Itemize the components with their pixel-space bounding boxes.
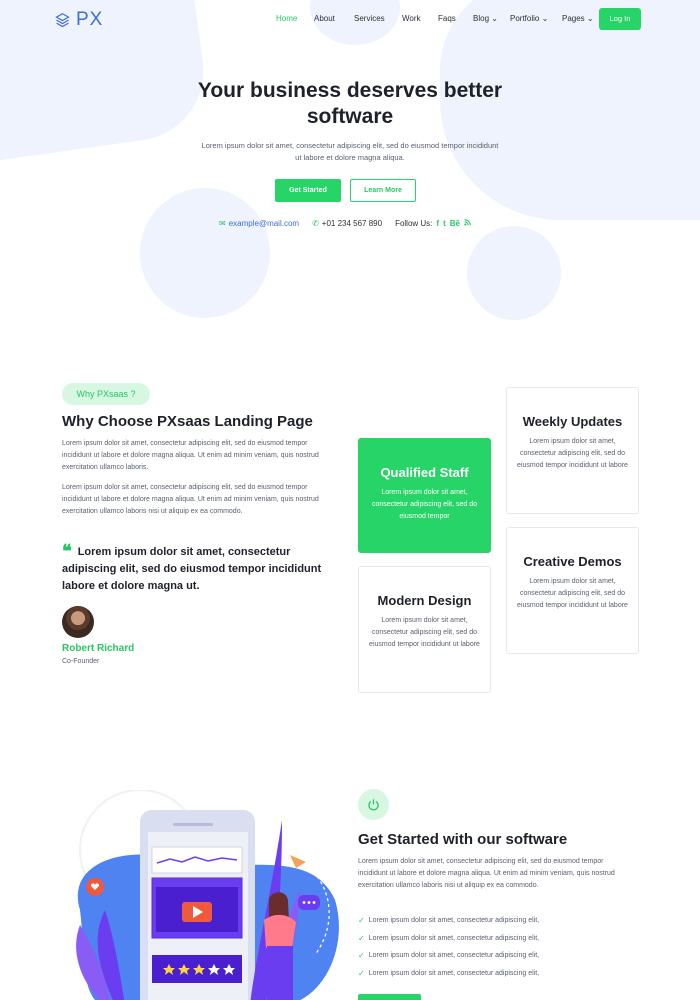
bg-blob [140, 188, 270, 318]
chevron-down-icon: ⌄ [586, 14, 594, 23]
quote-text: Lorem ipsum dolor sit amet, consectetur … [62, 546, 322, 592]
logo-text: PX [76, 9, 104, 30]
why-title: Why Choose PXsaas Landing Page [62, 413, 313, 430]
nav-portfolio[interactable]: Portfolio ⌄ [510, 14, 548, 23]
nav-blog[interactable]: Blog ⌄ [473, 14, 498, 23]
card-title: Modern Design [377, 593, 472, 608]
nav-services[interactable]: Services [354, 14, 385, 23]
card-title: Creative Demos [523, 554, 622, 569]
feature-card-creative-demos: Creative Demos Lorem ipsum dolor sit ame… [506, 527, 639, 654]
chevron-down-icon: ⌄ [491, 14, 498, 23]
get-started-section-button[interactable] [358, 994, 421, 1000]
list-item: ✓ Lorem ipsum dolor sit amet, consectetur… [358, 930, 539, 948]
list-item-text: Lorem ipsum dolor sit amet, consectetur … [368, 917, 540, 925]
hero-title: Your business deserves better software [197, 79, 503, 128]
card-title: Weekly Updates [522, 414, 623, 429]
chevron-down-icon: ⌄ [541, 14, 549, 23]
top-navbar: PX Home About Services Work Faqs Blog ⌄ … [0, 0, 700, 38]
nav-blog-label: Blog [473, 14, 490, 23]
envelope-icon: ✉ [219, 219, 226, 228]
feature-card-qualified-staff: Qualified Staff Lorem ipsum dolor sit am… [358, 438, 491, 553]
card-text: Lorem ipsum dolor sit amet, consectetur … [369, 617, 480, 648]
learn-more-button[interactable]: Learn More [350, 179, 416, 202]
nav-work[interactable]: Work [402, 14, 421, 23]
feature-checklist: ✓ Lorem ipsum dolor sit amet, consectetur… [358, 912, 539, 982]
contact-email[interactable]: example@mail.com [229, 219, 299, 228]
check-icon: ✓ [358, 951, 365, 961]
author-name: Robert Richard [62, 643, 135, 654]
quote-icon: ❝ [62, 541, 72, 562]
nav-pages[interactable]: Pages ⌄ [562, 14, 594, 23]
why-paragraph: Lorem ipsum dolor sit amet, consectetur … [62, 484, 319, 515]
nav-about[interactable]: About [314, 14, 335, 23]
list-item-text: Lorem ipsum dolor sit amet, consectetur … [368, 969, 540, 977]
rss-icon[interactable] [464, 219, 471, 228]
nav-faqs[interactable]: Faqs [438, 14, 456, 23]
list-item: ✓ Lorem ipsum dolor sit amet, consectetur… [358, 947, 539, 965]
power-icon [358, 789, 389, 820]
check-icon: ✓ [358, 933, 365, 943]
hero-contact-bar: ✉ example@mail.com ✆ +01 234 567 890 Fol… [219, 219, 471, 228]
get-started-paragraph: Lorem ipsum dolor sit amet, consectetur … [358, 858, 615, 889]
list-item: ✓ Lorem ipsum dolor sit amet, consectetur… [358, 912, 539, 930]
card-text: Lorem ipsum dolor sit amet, consectetur … [517, 578, 628, 609]
nav-portfolio-label: Portfolio [510, 14, 540, 23]
nav-pages-label: Pages [562, 14, 585, 23]
check-icon: ✓ [358, 968, 365, 978]
get-started-title: Get Started with our software [358, 831, 568, 848]
author-role: Co-Founder [62, 658, 100, 665]
feature-card-modern-design: Modern Design Lorem ipsum dolor sit amet… [358, 566, 491, 693]
facebook-icon[interactable]: f [436, 219, 439, 228]
get-started-button[interactable]: Get Started [275, 179, 341, 202]
bg-blob [467, 226, 561, 320]
contact-phone[interactable]: +01 234 567 890 [322, 219, 382, 228]
twitter-icon[interactable]: t [443, 219, 446, 228]
nav-home[interactable]: Home [276, 14, 297, 23]
list-item-text: Lorem ipsum dolor sit amet, consectetur … [368, 952, 540, 960]
avatar [62, 606, 94, 638]
hero-subtitle: Lorem ipsum dolor sit amet, consectetur … [201, 141, 499, 162]
list-item: ✓ Lorem ipsum dolor sit amet, consectetur… [358, 965, 539, 983]
card-text: Lorem ipsum dolor sit amet, consectetur … [371, 489, 478, 520]
logo[interactable]: PX [55, 9, 103, 31]
section-pill: Why PXsaas ? [62, 383, 150, 405]
logo-icon [55, 12, 70, 27]
card-title: Qualified Staff [380, 465, 469, 480]
testimonial-quote: ❝ Lorem ipsum dolor sit amet, consectetur… [62, 543, 332, 595]
card-text: Lorem ipsum dolor sit amet, consectetur … [517, 438, 628, 469]
why-paragraph: Lorem ipsum dolor sit amet, consectetur … [62, 440, 319, 471]
landing-page: PX Home About Services Work Faqs Blog ⌄ … [0, 0, 700, 1000]
software-illustration [76, 790, 339, 1000]
feature-card-weekly-updates: Weekly Updates Lorem ipsum dolor sit ame… [506, 387, 639, 514]
check-icon: ✓ [358, 916, 365, 926]
phone-icon: ✆ [312, 219, 319, 228]
login-button[interactable]: Log In [599, 8, 641, 30]
list-item-text: Lorem ipsum dolor sit amet, consectetur … [368, 934, 540, 942]
follow-label: Follow Us: [395, 219, 433, 228]
behance-icon[interactable]: Bē [450, 219, 460, 228]
